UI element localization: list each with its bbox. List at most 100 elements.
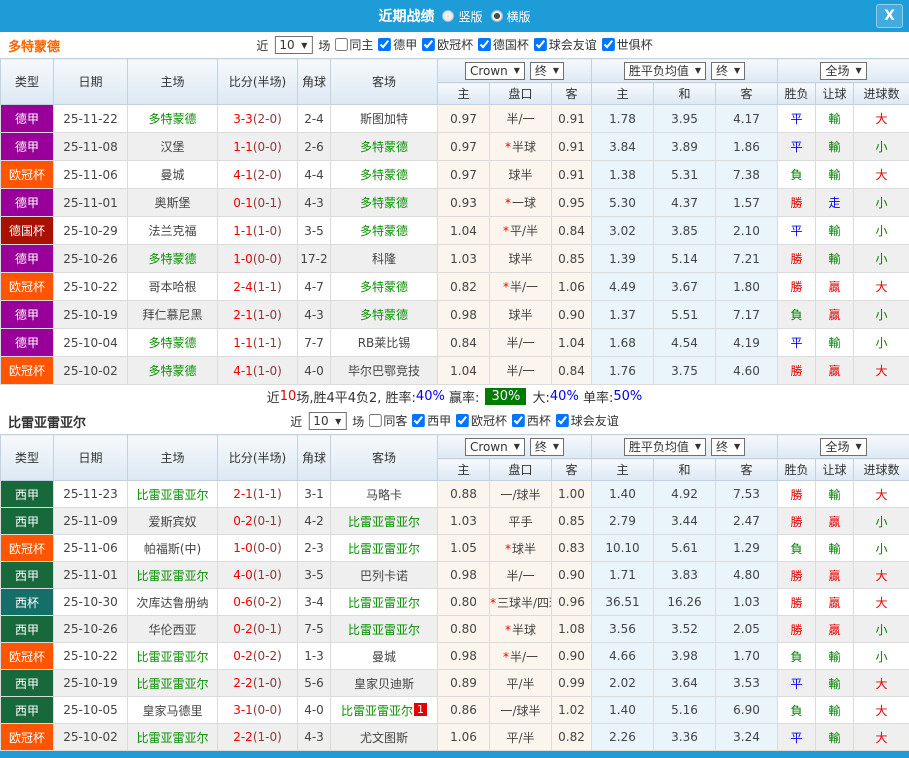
filter-checkbox[interactable]: 西甲 (411, 412, 451, 429)
match-date: 25-10-29 (54, 217, 128, 245)
away-team-name: 多特蒙德 (360, 140, 408, 154)
final-average-dropdown[interactable]: 终 (711, 62, 745, 80)
result-handicap: 贏 (816, 508, 854, 535)
checkbox-input[interactable] (512, 414, 525, 427)
handicap-cell: *平手 (490, 508, 552, 535)
orientation-radio-vertical[interactable]: 竖版 (442, 8, 482, 25)
handicap-value: 平/半 (506, 731, 534, 745)
avg-draw-odds: 3.44 (654, 508, 716, 535)
result-outcome: 勝 (778, 481, 816, 508)
result-outcome: 勝 (778, 189, 816, 217)
checkbox-input[interactable] (534, 38, 547, 51)
checkbox-input[interactable] (556, 414, 569, 427)
full-match-dropdown[interactable]: 全场 (820, 62, 866, 80)
score-cell: 2-2(1-0) (218, 670, 298, 697)
result-goals: 小 (854, 245, 909, 273)
score-cell: 2-1(1-1) (218, 481, 298, 508)
filter-checkbox[interactable]: 同客 (367, 412, 407, 429)
odds-home: 0.82 (438, 273, 490, 301)
result-outcome: 平 (778, 724, 816, 751)
match-row: 德甲 25-11-01 奥斯堡 0-1(0-1) 4-3 多特蒙德 0.93 *… (1, 189, 909, 217)
odds-away: 1.04 (552, 329, 592, 357)
avg-draw-odds: 5.61 (654, 535, 716, 562)
handicap-value: 半/一 (506, 569, 534, 583)
checkbox-input[interactable] (412, 414, 425, 427)
league-badge: 德甲 (1, 105, 54, 133)
checkbox-input[interactable] (334, 38, 347, 51)
final-average-dropdown[interactable]: 终 (711, 438, 745, 456)
avg-away-odds: 2.47 (716, 508, 778, 535)
match-date: 25-11-23 (54, 481, 128, 508)
avg-away-odds: 7.53 (716, 481, 778, 508)
avg-draw-odds: 5.51 (654, 301, 716, 329)
filter-checkbox[interactable]: 德甲 (377, 36, 417, 53)
result-outcome: 勝 (778, 357, 816, 385)
close-icon[interactable]: X (876, 4, 903, 28)
final-odds-dropdown[interactable]: 终 (530, 438, 564, 456)
home-team: 多特蒙德 (128, 105, 218, 133)
match-date: 25-10-26 (54, 245, 128, 273)
avg-home-odds: 1.68 (592, 329, 654, 357)
filter-checkbox[interactable]: 球会友谊 (533, 36, 597, 53)
full-match-dropdown[interactable]: 全场 (820, 438, 866, 456)
radio-icon[interactable] (442, 10, 454, 22)
radio-icon[interactable] (491, 10, 503, 22)
match-count-select[interactable]: 10 (274, 36, 312, 54)
score-halftime: (0-1) (253, 514, 282, 528)
match-row: 德甲 25-10-04 多特蒙德 1-1(1-1) 7-7 RB莱比锡 0.84… (1, 329, 909, 357)
match-count-select[interactable]: 10 (308, 412, 346, 430)
odds-away: 0.91 (552, 161, 592, 189)
summary-part: 场,胜4平4负2, 胜率: (296, 387, 416, 406)
final-odds-dropdown[interactable]: 终 (530, 62, 564, 80)
league-badge: 欧冠杯 (1, 273, 54, 301)
avg-draw-odds: 4.54 (654, 329, 716, 357)
handicap-cell: *平/半 (490, 670, 552, 697)
score-halftime: (1-0) (253, 364, 282, 378)
filter-checkbox[interactable]: 世俱杯 (601, 36, 653, 53)
filter-checkbox[interactable]: 球会友谊 (555, 412, 619, 429)
result-outcome: 平 (778, 329, 816, 357)
summary-part: 单率: (579, 387, 614, 406)
odds-home: 0.93 (438, 189, 490, 217)
filter-bar: 近 10 场 同客 西甲 欧冠杯 西杯 球会友谊 (290, 412, 618, 430)
checkbox-label: 德国杯 (493, 36, 529, 53)
checkbox-input[interactable] (368, 414, 381, 427)
league-badge: 西甲 (1, 697, 54, 724)
avg-home-odds: 4.49 (592, 273, 654, 301)
odds-away: 1.02 (552, 697, 592, 724)
corner-count: 2-6 (298, 133, 331, 161)
filter-checkbox[interactable]: 德国杯 (477, 36, 529, 53)
avg-home-odds: 1.38 (592, 161, 654, 189)
handicap-value: 一球 (512, 196, 536, 210)
handicap-value: 球半 (508, 308, 532, 322)
bookmaker-dropdown[interactable]: Crown (465, 438, 525, 456)
col-header: 类型 (1, 435, 54, 481)
filter-checkbox[interactable]: 欧冠杯 (421, 36, 473, 53)
filter-near-label: 近 (290, 413, 302, 430)
filter-checkbox[interactable]: 同主 (333, 36, 373, 53)
result-handicap: 輸 (816, 161, 854, 189)
away-team: 比雷亚雷亚尔1 (331, 697, 438, 724)
score-fulltime: 1-1 (233, 140, 253, 154)
filter-checkbox[interactable]: 西杯 (511, 412, 551, 429)
league-badge: 德甲 (1, 133, 54, 161)
match-date: 25-10-04 (54, 329, 128, 357)
filter-checkbox[interactable]: 欧冠杯 (455, 412, 507, 429)
score-halftime: (1-1) (253, 336, 282, 350)
wdl-average-dropdown[interactable]: 胜平负均值 (624, 438, 706, 456)
match-row: 欧冠杯 25-10-02 多特蒙德 4-1(1-0) 4-0 毕尔巴鄂竞技 1.… (1, 357, 909, 385)
checkbox-input[interactable] (378, 38, 391, 51)
bookmaker-dropdown[interactable]: Crown (465, 62, 525, 80)
result-outcome: 勝 (778, 273, 816, 301)
match-date: 25-11-01 (54, 189, 128, 217)
checkbox-input[interactable] (456, 414, 469, 427)
result-goals: 大 (854, 670, 909, 697)
handicap-cell: *三球半/四球 (490, 589, 552, 616)
result-goals: 小 (854, 301, 909, 329)
checkbox-input[interactable] (478, 38, 491, 51)
score-fulltime: 0-1 (233, 196, 253, 210)
checkbox-input[interactable] (422, 38, 435, 51)
checkbox-input[interactable] (602, 38, 615, 51)
wdl-average-dropdown[interactable]: 胜平负均值 (624, 62, 706, 80)
orientation-radio-horizontal[interactable]: 横版 (491, 8, 531, 25)
